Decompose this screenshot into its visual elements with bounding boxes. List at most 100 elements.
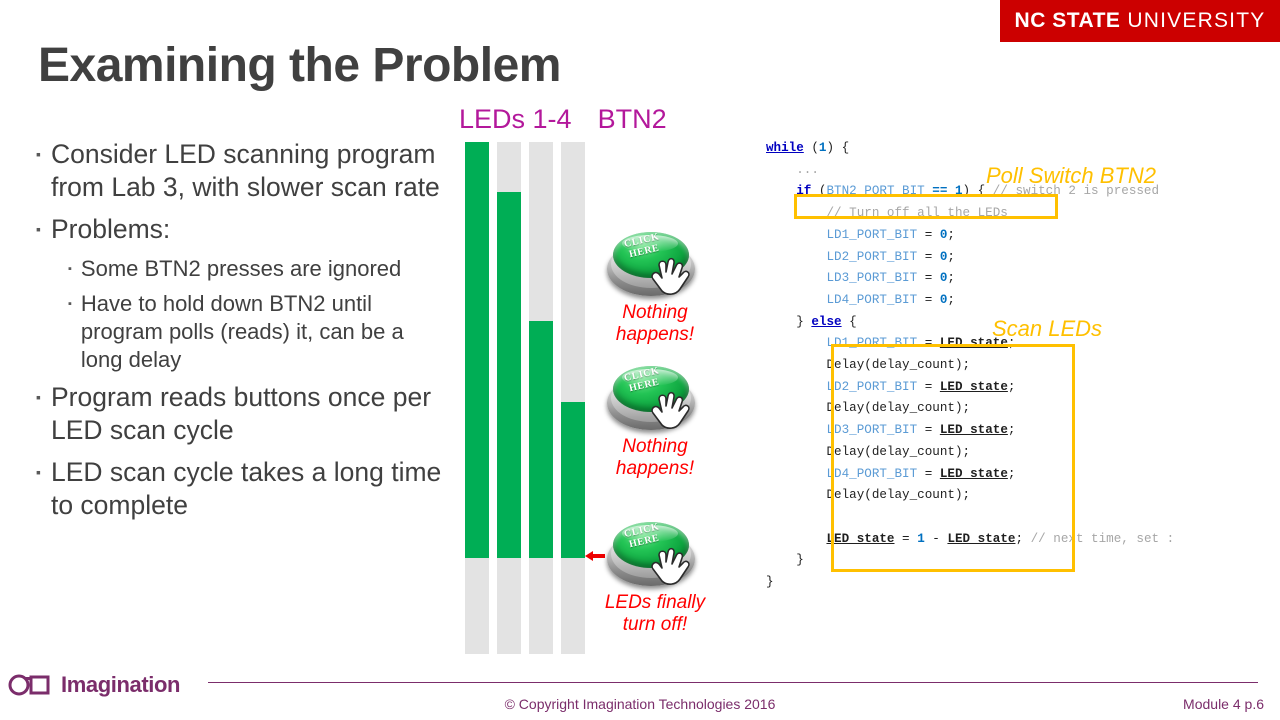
code-token: ) { (826, 141, 850, 155)
bullet-marker-icon: ▪ (68, 298, 72, 310)
bullet-text: Some BTN2 presses are ignored (80, 256, 402, 281)
led-on-segment-ld2 (497, 192, 521, 558)
nc-state-university-logo: NC STATE UNIVERSITY (1000, 0, 1280, 42)
bullet-text: Have to hold down BTN2 until program pol… (80, 291, 404, 372)
bullet-marker-icon: ▪ (68, 263, 72, 275)
bullet-item-1: ▪ Consider LED scanning program from Lab… (36, 138, 448, 204)
chart-legend-labels: LEDs 1-4 BTN2 (459, 104, 667, 135)
click-here-button-1[interactable]: CLICK HERE (605, 228, 699, 300)
bullet-text: Problems: (50, 214, 171, 244)
hand-cursor-icon (651, 391, 690, 429)
bullet-marker-icon: ▪ (36, 221, 41, 237)
code-token: while (766, 141, 804, 155)
code-line: LD4_PORT_BIT = 0; (766, 290, 1174, 312)
bullet-text: Program reads buttons once per LED scan … (50, 382, 432, 445)
ncsu-bold-text: NC STATE (1014, 9, 1121, 32)
code-token: } (796, 553, 804, 568)
code-token: ; (947, 271, 955, 286)
click-here-button-2[interactable]: CLICK HERE (605, 362, 699, 434)
imagination-mark-icon (8, 674, 56, 696)
button-caption-1: Nothing happens! (615, 302, 695, 345)
code-line: LD1_PORT_BIT = 0; (766, 225, 1174, 247)
code-line: } else { (766, 312, 1174, 334)
code-token: = (917, 227, 940, 242)
annotation-scan-leds: Scan LEDs (992, 316, 1103, 341)
bullet-item-5: ▪ Program reads buttons once per LED sca… (36, 381, 448, 447)
led-on-segment-ld1 (465, 142, 489, 558)
highlight-box-scan-leds (831, 344, 1075, 572)
btn2-label: BTN2 (597, 104, 667, 134)
hand-cursor-icon (651, 257, 690, 295)
led-on-segment-ld4 (561, 402, 585, 558)
ncsu-light-text: UNIVERSITY (1127, 9, 1266, 32)
code-line: while (1) { (766, 138, 1174, 160)
code-token: LD1_PORT_BIT (826, 227, 918, 242)
code-token: = (917, 292, 940, 307)
footer-divider (208, 682, 1258, 683)
hand-cursor-icon (651, 547, 690, 585)
code-token: } (766, 575, 774, 590)
bullet-item-3: ▪ Some BTN2 presses are ignored (68, 255, 448, 283)
copyright-text: © Copyright Imagination Technologies 201… (504, 696, 776, 712)
bullet-item-6: ▪ LED scan cycle takes a long time to co… (36, 456, 448, 522)
bullet-list: ▪ Consider LED scanning program from Lab… (36, 138, 448, 531)
button-caption-3: LEDs finally turn off! (604, 592, 706, 635)
module-page-label: Module 4 p.6 (1183, 696, 1264, 712)
code-token: LD2_PORT_BIT (826, 249, 918, 264)
highlight-box-poll-switch (794, 194, 1058, 219)
code-token: ... (796, 162, 819, 177)
code-line: LD2_PORT_BIT = 0; (766, 247, 1174, 269)
code-token: { (841, 314, 857, 329)
button-caption-2: Nothing happens! (615, 436, 695, 479)
click-button-group-2: CLICK HERE Nothing happens! (600, 362, 710, 479)
click-button-group-3: CLICK HERE LEDs finally turn off! (600, 518, 710, 635)
code-token: ; (947, 227, 955, 242)
code-token: LD4_PORT_BIT (826, 292, 918, 307)
arrow-head (585, 551, 593, 561)
leds-label: LEDs 1-4 (459, 104, 572, 134)
bullet-item-2: ▪ Problems: (36, 213, 448, 246)
page-title: Examining the Problem (38, 39, 561, 92)
click-button-group-1: CLICK HERE Nothing happens! (600, 228, 710, 345)
bullet-item-4: ▪ Have to hold down BTN2 until program p… (68, 290, 448, 374)
code-token: } (796, 314, 812, 329)
bullet-text: Consider LED scanning program from Lab 3… (50, 139, 440, 202)
code-line: LD3_PORT_BIT = 0; (766, 268, 1174, 290)
imagination-logo: Imagination (8, 672, 180, 698)
code-token: = (917, 249, 940, 264)
code-token: ( (803, 141, 819, 155)
code-token: ; (947, 249, 955, 264)
bullet-marker-icon: ▪ (36, 146, 41, 162)
bullet-marker-icon: ▪ (36, 389, 41, 405)
led-timing-bar-chart (465, 142, 585, 654)
code-token: ; (947, 292, 955, 307)
imagination-wordmark: Imagination (61, 672, 181, 697)
code-line: } (766, 572, 1174, 594)
bullet-marker-icon: ▪ (36, 464, 41, 480)
slide-root: NC STATE UNIVERSITY Examining the Proble… (0, 0, 1280, 720)
code-token: LD3_PORT_BIT (826, 271, 918, 286)
code-token: else (811, 314, 842, 329)
led-on-segment-ld3 (529, 321, 553, 558)
led-track-ld4 (561, 142, 585, 654)
code-token: = (917, 271, 940, 286)
click-here-button-3[interactable]: CLICK HERE (605, 518, 699, 590)
bullet-text: LED scan cycle takes a long time to comp… (50, 457, 442, 520)
annotation-poll-switch: Poll Switch BTN2 (986, 163, 1156, 188)
